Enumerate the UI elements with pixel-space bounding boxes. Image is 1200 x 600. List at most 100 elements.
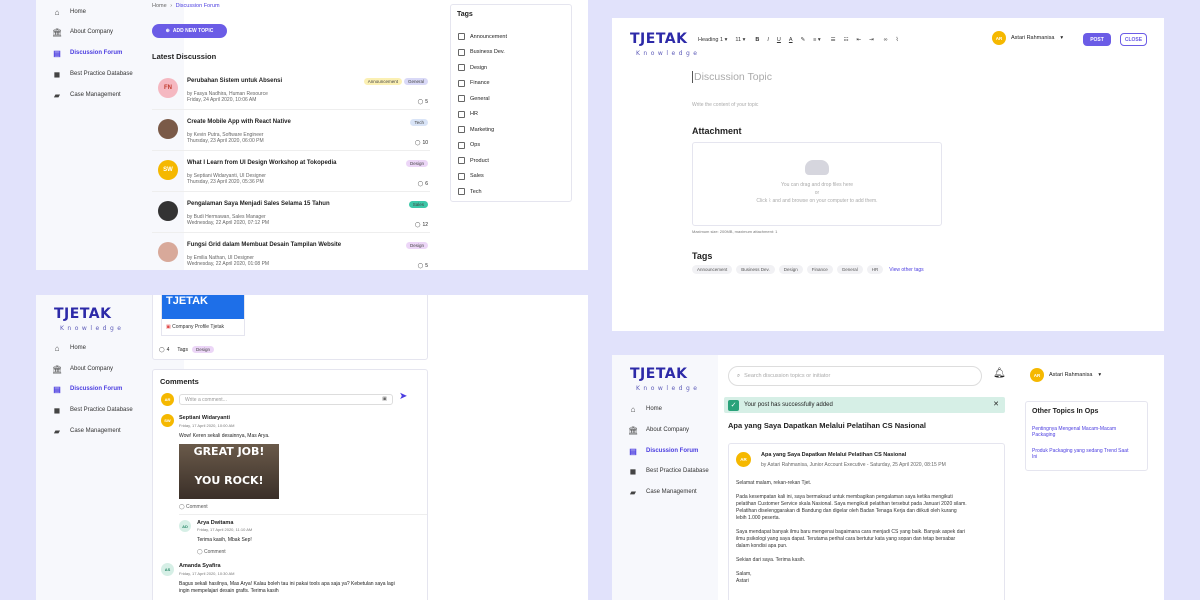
post-card: AR Apa yang Saya Dapatkan Melalui Pelati… — [728, 443, 1005, 600]
comment-reply-button[interactable]: ◯ Comment — [179, 504, 208, 510]
tag-checkbox[interactable]: Product — [458, 153, 507, 169]
discussion-item[interactable]: Pengalaman Saya Menjadi Sales Selama 15 … — [152, 193, 430, 233]
italic-icon[interactable]: I — [767, 37, 769, 43]
discussion-title[interactable]: Perubahan Sistem untuk Absensi — [187, 78, 282, 84]
close-button[interactable]: CLOSE — [1120, 33, 1147, 46]
tag-chip[interactable]: Design — [778, 265, 803, 274]
chat-icon: ▤ — [53, 48, 61, 58]
tag-checkbox[interactable]: General — [458, 91, 507, 107]
bold-icon[interactable]: B — [755, 37, 759, 43]
image-icon[interactable]: ▣ — [382, 396, 387, 402]
send-icon[interactable]: ➤ — [399, 391, 407, 402]
discussion-title[interactable]: Fungsi Grid dalam Membuat Desain Tampila… — [187, 242, 341, 248]
tag-chip[interactable]: HR — [866, 265, 884, 274]
attachment-heading: Attachment — [692, 126, 742, 136]
topic-input[interactable]: Discussion Topic — [692, 71, 772, 83]
sidebar-item-home[interactable]: ⌂ Home — [628, 401, 712, 417]
checkbox[interactable] — [458, 64, 465, 72]
search-input[interactable]: ⌕ Search discussion topics or initiator — [728, 366, 982, 386]
tag-badge[interactable]: Design — [405, 160, 428, 167]
size-select[interactable]: 11 ▾ — [735, 37, 745, 43]
checkbox[interactable] — [458, 141, 465, 149]
avatar: AR — [736, 452, 751, 467]
sidebar-item-case[interactable]: ▰ Case Management — [628, 484, 712, 500]
plus-icon: ⊕ — [165, 28, 170, 34]
sidebar-item-best-practice[interactable]: ◼ Best Practice Database — [628, 463, 712, 479]
comment-reply-button[interactable]: ◯ Comment — [197, 549, 226, 555]
tag-checkbox[interactable]: Marketing — [458, 122, 507, 138]
other-topic-link[interactable]: Produk Packaging yang sedang Trend Saat I… — [1032, 448, 1128, 460]
breadcrumb-home[interactable]: Home — [152, 3, 167, 9]
attachment-preview[interactable]: TJETAK ▣ Company Profile Tjetak — [161, 295, 245, 336]
cloud-upload-icon — [805, 160, 829, 175]
add-topic-button[interactable]: ⊕ ADD NEW TOPIC — [152, 24, 227, 38]
user-menu[interactable]: AR Astari Rahmanisa ▾ — [1030, 368, 1101, 382]
avatar — [158, 119, 178, 139]
tag-checkbox[interactable]: Announcement — [458, 29, 507, 45]
discussion-title[interactable]: Pengalaman Saya Menjadi Sales Selama 15 … — [187, 201, 330, 207]
avatar: AR — [1030, 368, 1044, 382]
checkbox[interactable] — [458, 33, 465, 41]
discussion-title[interactable]: Create Mobile App with React Native — [187, 119, 291, 125]
view-other-tags-link[interactable]: View other tags — [889, 267, 923, 273]
discussion-title[interactable]: What I Learn from UI Design Workshop at … — [187, 160, 336, 166]
comment-input[interactable]: Write a comment... ▣ — [179, 394, 393, 405]
tag-badge[interactable]: Design — [191, 346, 214, 353]
checkbox[interactable] — [458, 48, 465, 56]
tag-chip[interactable]: Announcement — [692, 265, 733, 274]
close-icon[interactable]: ✕ — [993, 400, 999, 408]
underline-icon[interactable]: U — [777, 37, 781, 43]
tag-chip[interactable]: Finance — [806, 265, 833, 274]
discussion-item[interactable]: Create Mobile App with React Native by Ke… — [152, 111, 430, 151]
user-menu[interactable]: AR Astari Rahmanisa ▾ — [992, 31, 1063, 45]
tag-checkbox[interactable]: Sales — [458, 169, 507, 185]
tag-checkbox[interactable]: Business Dev. — [458, 45, 507, 61]
comment-icon: ◯ — [179, 504, 185, 510]
tag-checkbox[interactable]: Ops — [458, 138, 507, 154]
tag-badge[interactable]: Tech — [410, 119, 428, 126]
checkbox[interactable] — [458, 126, 465, 134]
tag-checkbox[interactable]: Design — [458, 60, 507, 76]
tag-checkbox[interactable]: HR — [458, 107, 507, 123]
bell-icon[interactable]: 🔔︎ — [993, 368, 1006, 379]
other-topic-link[interactable]: Pentingnya Mengenal Macam-Macam Packaging — [1032, 426, 1116, 438]
checkbox[interactable] — [458, 188, 465, 196]
discussion-item[interactable]: Fungsi Grid dalam Membuat Desain Tampila… — [152, 234, 430, 270]
tag-chip[interactable]: General — [836, 265, 863, 274]
outdent-icon[interactable]: ⇤ — [857, 37, 862, 43]
tag-badge[interactable]: Announcement — [363, 78, 402, 85]
numbered-list-icon[interactable]: ☷ — [844, 37, 849, 43]
discussion-item[interactable]: SW What I Learn from UI Design Workshop a… — [152, 152, 430, 192]
align-icon[interactable]: ≡ ▾ — [813, 37, 821, 43]
tag-chip[interactable]: Business Dev. — [736, 265, 775, 274]
highlight-icon[interactable]: ✎ — [801, 37, 806, 43]
checkbox[interactable] — [458, 172, 465, 180]
link-icon[interactable]: ∞ — [884, 37, 888, 43]
post-button[interactable]: POST — [1083, 33, 1111, 46]
checkbox[interactable] — [458, 79, 465, 87]
heading-select[interactable]: Heading 1 ▾ — [698, 37, 727, 43]
tag-badge[interactable]: Design — [405, 242, 428, 249]
checkbox[interactable] — [458, 110, 465, 118]
content-input[interactable]: Write the content of your topic — [692, 102, 758, 108]
tag-checkbox[interactable]: Finance — [458, 76, 507, 92]
list-icon[interactable]: ☰ — [831, 37, 836, 43]
font-color-icon[interactable]: A — [789, 37, 793, 43]
tag-badge[interactable]: Sales — [408, 201, 428, 208]
post-title: Apa yang Saya Dapatkan Melalui Pelatihan… — [761, 452, 907, 458]
sidebar-item-forum[interactable]: ▤ Discussion Forum — [628, 443, 712, 459]
checkbox[interactable] — [458, 157, 465, 165]
drop-zone[interactable]: You can drag and drop files here or Clic… — [692, 142, 942, 226]
comment-date: Friday, 17 April 2020, 10:30 AM — [179, 571, 235, 576]
checkbox[interactable] — [458, 95, 465, 103]
discussion-item[interactable]: FN Perubahan Sistem untuk Absensi by Fasya… — [152, 70, 430, 110]
briefcase-icon: ▰ — [629, 487, 637, 497]
post-body: Selamat malam, rekan-rekan Tjet. Pada ke… — [736, 480, 967, 584]
attach-icon[interactable]: ⌇ — [896, 37, 899, 43]
avatar: AS — [161, 563, 174, 576]
sidebar-item-about[interactable]: 🏛 About Company — [628, 422, 712, 438]
tag-badge[interactable]: General — [403, 78, 428, 85]
indent-icon[interactable]: ⇥ — [869, 37, 874, 43]
tags-card: Tags Announcement Business Dev. Design Fina… — [450, 4, 572, 202]
tag-checkbox[interactable]: Tech — [458, 184, 507, 200]
